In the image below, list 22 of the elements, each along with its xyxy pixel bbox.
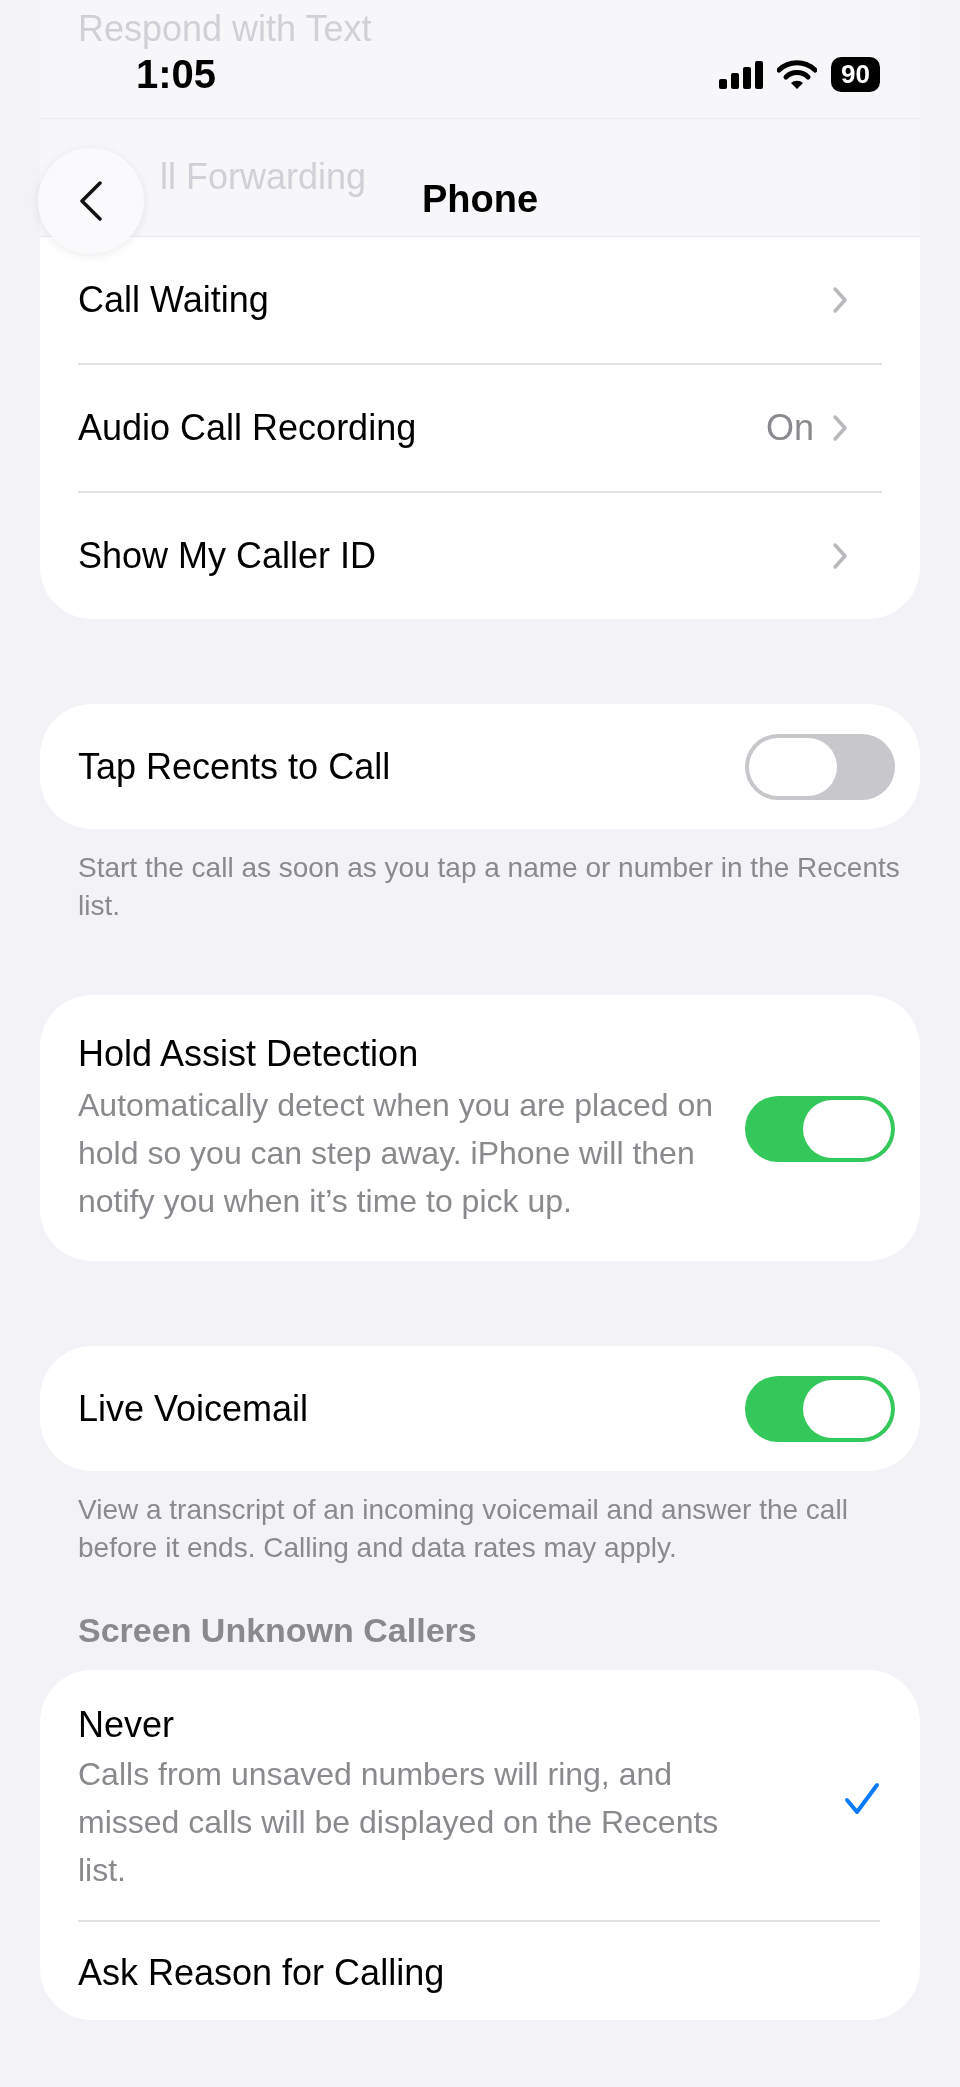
signal-icon <box>719 60 764 89</box>
chevron-left-icon <box>79 181 103 221</box>
wifi-icon <box>777 59 818 90</box>
settings-row[interactable]: Show My Caller ID <box>78 491 882 619</box>
toggle-description: Automatically detect when you are placed on hold so you can step away. iPhone will then notify you when it’s time to pick up. <box>78 1086 715 1221</box>
toggle-label: Hold Assist Detection <box>78 1033 420 1075</box>
option-row[interactable]: Ask Reason for Calling <box>78 1920 880 2020</box>
toggle-label: Live Voicemail <box>78 1387 309 1430</box>
battery-indicator: 90 <box>831 57 880 92</box>
page-title: Phone <box>421 178 539 221</box>
checkmark-icon <box>844 1782 880 1816</box>
section-header: Screen Unknown Callers <box>78 1611 477 1650</box>
chevron-right-icon <box>832 542 848 570</box>
chevron-right-icon <box>832 286 848 314</box>
status-time: 1:05 <box>136 52 217 97</box>
toggle-label: Tap Recents to Call <box>78 745 391 788</box>
option-row[interactable]: Never Calls from unsaved numbers will ring, and missed calls will be displayed on the Recents list. <box>78 1670 880 1920</box>
footer-note: Start the call as soon as you tap a name or number in the Recents list. <box>78 851 901 923</box>
settings-row[interactable]: Audio Call Recording On <box>78 363 882 491</box>
settings-row[interactable]: Call Waiting <box>78 237 882 363</box>
chevron-right-icon <box>832 414 848 442</box>
footer-note: View a transcript of an incoming voicemail and answer the call before it ends. Calling and data rates may apply. <box>78 1493 849 1565</box>
